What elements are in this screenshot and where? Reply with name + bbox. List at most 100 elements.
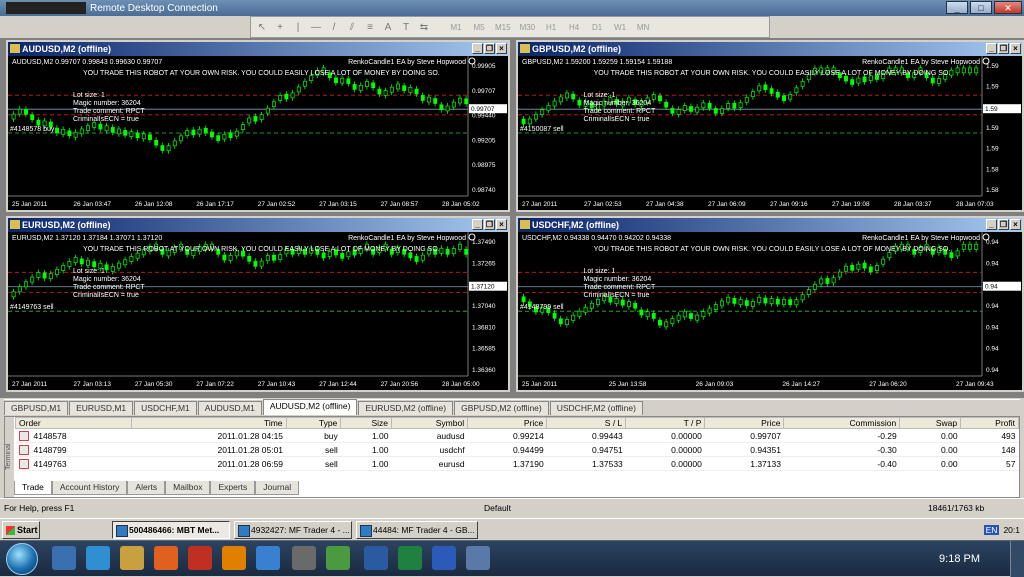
price-chart[interactable]: EURUSD,M2 1.37120 1.37184 1.37071 1.3712… [8,232,508,390]
chart-window-titlebar[interactable]: EURUSD,M2 (offline) _ ❐ × [8,218,508,232]
terminal-tab[interactable]: Alerts [127,481,166,495]
timeframe-m15[interactable]: M15 [495,23,511,32]
column-header[interactable]: Type [285,417,342,429]
window-restore-button[interactable]: ❐ [484,219,495,230]
window-close-button[interactable]: × [1010,43,1021,54]
network-icon[interactable] [466,546,490,570]
folder-icon[interactable] [120,546,144,570]
close-button[interactable]: ✕ [994,1,1022,14]
chart-window-usdchf[interactable]: USDCHF,M2 (offline) _ ❐ × USDCHF,M2 0.94338 … [516,216,1024,392]
timeframe-w1[interactable]: W1 [613,23,627,32]
chart-tab[interactable]: AUDUSD,M1 [197,401,262,415]
terminal-tab[interactable]: Mailbox [165,481,211,495]
show-desktop-button[interactable] [1010,541,1024,577]
vertical-line-icon[interactable]: | [291,22,305,33]
channel-icon[interactable]: ⫽ [345,22,359,33]
shapes-icon[interactable]: ⇆ [417,22,431,33]
vlc-icon[interactable] [222,546,246,570]
window-restore-button[interactable]: ❐ [998,219,1009,230]
window-restore-button[interactable]: ❐ [998,43,1009,54]
column-header[interactable]: Time [131,417,287,429]
tool-icon[interactable] [292,546,316,570]
app-icon[interactable] [256,546,280,570]
chart-tab[interactable]: GBPUSD,M2 (offline) [454,401,549,415]
text-icon[interactable]: A [381,22,395,33]
chart-window-eurusd[interactable]: EURUSD,M2 (offline) _ ❐ × EURUSD,M2 1.37120 … [6,216,510,392]
window-close-button[interactable]: × [496,219,507,230]
trendline-icon[interactable]: / [327,22,341,33]
word-icon[interactable] [432,546,456,570]
timeframe-m1[interactable]: M1 [449,23,463,32]
column-header[interactable]: Symbol [390,417,469,429]
crosshair-icon[interactable]: + [273,22,287,33]
column-header[interactable]: T / P [625,417,706,429]
chart-window-audusd[interactable]: AUDUSD,M2 (offline) _ ❐ × AUDUSD,M2 0.99707 … [6,40,510,212]
terminal-tab[interactable]: Experts [210,481,256,495]
fibo-icon[interactable]: ≡ [363,22,377,33]
ie-icon[interactable] [52,546,76,570]
terminal-tab[interactable]: Journal [255,481,300,495]
window-minimize-button[interactable]: _ [986,219,997,230]
timeframe-h4[interactable]: H4 [567,23,581,32]
window-restore-button[interactable]: ❐ [484,43,495,54]
terminal-tab[interactable]: Account History [51,481,128,495]
column-header[interactable]: Price [704,417,785,429]
candle [682,311,687,318]
chart-window-titlebar[interactable]: GBPUSD,M2 (offline) _ ❐ × [518,42,1022,56]
window-minimize-button[interactable]: _ [472,219,483,230]
cursor-icon[interactable]: ↖ [255,22,269,33]
start-button[interactable]: Start [2,521,40,539]
taskbar-item-mf1[interactable]: 4932427: MF Trader 4 - ... [234,521,352,539]
price-chart[interactable]: AUDUSD,M2 0.99707 0.99843 0.99630 0.9970… [8,56,508,210]
window-minimize-button[interactable]: _ [472,43,483,54]
terminal-tab[interactable]: Trade [14,481,52,495]
column-header[interactable]: Price [467,417,548,429]
timeframe-m5[interactable]: M5 [472,23,486,32]
timeframe-h1[interactable]: H1 [544,23,558,32]
chart-tab[interactable]: USDCHF,M1 [134,401,197,415]
chart-tab[interactable]: AUDUSD,M2 (offline) [262,399,358,415]
column-header[interactable]: S / L [546,417,627,429]
table-row[interactable]: 4148799 2011.01.28 05:01 sell 1.00 usdchf 0.9… [15,442,1019,457]
excel2-icon[interactable] [398,546,422,570]
window-minimize-button[interactable]: _ [986,43,997,54]
chart-window-titlebar[interactable]: USDCHF,M2 (offline) _ ❐ × [518,218,1022,232]
chart-tab[interactable]: EURUSD,M1 [69,401,134,415]
column-header[interactable]: Size [340,417,392,429]
window-close-button[interactable]: × [496,43,507,54]
column-header[interactable]: Commission [783,417,901,429]
table-row[interactable]: 4148578 2011.01.28 04:15 buy 1.00 audusd 0.99… [15,428,1019,443]
window-close-button[interactable]: × [1010,219,1021,230]
chart-tab[interactable]: EURUSD,M2 (offline) [358,401,454,415]
price-chart[interactable]: USDCHF,M2 0.94338 0.94470 0.94202 0.9433… [518,232,1022,390]
candle [732,298,737,304]
maximize-button[interactable]: □ [970,1,992,14]
taskbar-item-mbt[interactable]: 500486466: MBT Met... [112,521,230,539]
column-header[interactable]: Order [14,417,133,429]
explorer-icon[interactable] [86,546,110,570]
remote-clock: 20:1 [1003,525,1020,535]
label-icon[interactable]: T [399,22,413,33]
chart-window-gbpusd[interactable]: GBPUSD,M2 (offline) _ ❐ × GBPUSD,M2 1.59200 … [516,40,1024,212]
horizontal-line-icon[interactable]: — [309,22,323,33]
media-icon[interactable] [188,546,212,570]
minimize-button[interactable]: _ [946,1,968,14]
candle [794,299,799,306]
language-indicator[interactable]: EN [983,525,1000,535]
chart-window-titlebar[interactable]: AUDUSD,M2 (offline) _ ❐ × [8,42,508,56]
table-row[interactable]: 4149763 2011.01.28 06:59 sell 1.00 eurusd 1.3… [15,456,1019,471]
excel-icon[interactable] [326,546,350,570]
windows-orb-icon[interactable] [6,543,38,575]
remote-desktop-icon[interactable] [364,546,388,570]
chart-tab[interactable]: GBPUSD,M1 [4,401,69,415]
taskbar-item-mf2[interactable]: 44484: MF Trader 4 - GB... [356,521,478,539]
column-header[interactable]: Swap [899,417,962,429]
timeframe-mn[interactable]: MN [636,23,650,32]
chart-tab[interactable]: USDCHF,M2 (offline) [549,401,643,415]
timeframe-m30[interactable]: M30 [520,23,536,32]
timeframe-d1[interactable]: D1 [590,23,604,32]
candle [961,67,966,74]
price-chart[interactable]: GBPUSD,M2 1.59200 1.59259 1.59154 1.5918… [518,56,1022,210]
firefox-icon[interactable] [154,546,178,570]
column-header[interactable]: Profit [960,417,1019,429]
